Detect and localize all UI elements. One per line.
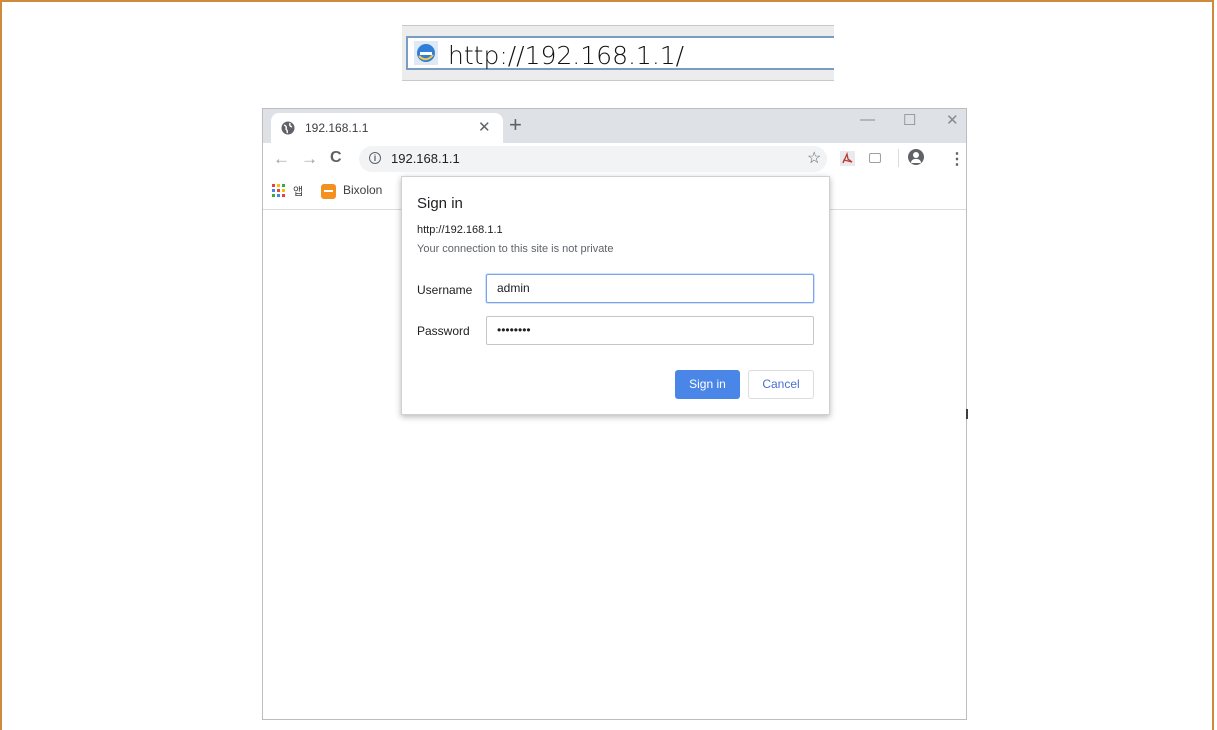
password-field[interactable]: •••••••• xyxy=(486,316,814,345)
close-window-icon[interactable]: ✕ xyxy=(946,111,959,129)
back-arrow-icon[interactable]: ← xyxy=(273,149,290,169)
bookmark-bixolon[interactable]: Bixolon xyxy=(343,183,382,197)
ie-address-bar: http://192.168.1.1/ xyxy=(402,25,834,81)
forward-arrow-icon[interactable]: → xyxy=(301,149,318,169)
dialog-origin: http://192.168.1.1 xyxy=(417,224,503,236)
sign-in-button[interactable]: Sign in xyxy=(675,370,740,399)
browser-toolbar: ← → C i 192.168.1.1 xyxy=(263,143,966,175)
password-label: Password xyxy=(417,324,470,338)
username-label: Username xyxy=(417,283,473,297)
minimize-icon[interactable]: — xyxy=(860,111,875,128)
pdf-extension-icon[interactable] xyxy=(840,151,855,166)
info-icon[interactable]: i xyxy=(369,152,381,164)
reload-icon[interactable]: C xyxy=(330,149,342,167)
extension-icon[interactable] xyxy=(869,153,881,163)
ie-url-field[interactable]: http://192.168.1.1/ xyxy=(406,36,834,70)
bookmark-star-icon[interactable]: ☆ xyxy=(807,148,821,168)
new-tab-icon[interactable]: + xyxy=(509,112,522,138)
internet-explorer-icon xyxy=(414,41,438,65)
apps-label[interactable]: 앱 xyxy=(293,183,303,199)
menu-kebab-icon[interactable]: ⋮ xyxy=(949,149,965,169)
toolbar-divider xyxy=(898,149,899,167)
omnibox[interactable]: i 192.168.1.1 xyxy=(359,146,827,172)
omnibox-url: 192.168.1.1 xyxy=(391,151,460,166)
cancel-button[interactable]: Cancel xyxy=(748,370,814,399)
tab-title: 192.168.1.1 xyxy=(305,121,369,135)
profile-icon[interactable] xyxy=(908,149,924,165)
dialog-warning: Your connection to this site is not priv… xyxy=(417,243,614,255)
ie-url-text: http://192.168.1.1/ xyxy=(448,41,685,70)
apps-grid-icon[interactable] xyxy=(272,184,286,198)
tab-strip: 192.168.1.1 ✕ + — ☐ ✕ xyxy=(263,109,966,143)
dialog-title: Sign in xyxy=(417,195,463,212)
tab-close-icon[interactable]: ✕ xyxy=(478,118,491,136)
maximize-icon[interactable]: ☐ xyxy=(903,111,916,129)
username-field[interactable]: admin xyxy=(486,274,814,303)
sign-in-dialog: Sign in http://192.168.1.1 Your connecti… xyxy=(401,176,830,415)
bixolon-bookmark-icon[interactable] xyxy=(321,184,336,199)
globe-icon xyxy=(281,121,295,135)
scroll-marker xyxy=(966,409,968,419)
tab-active[interactable]: 192.168.1.1 ✕ xyxy=(271,113,503,143)
